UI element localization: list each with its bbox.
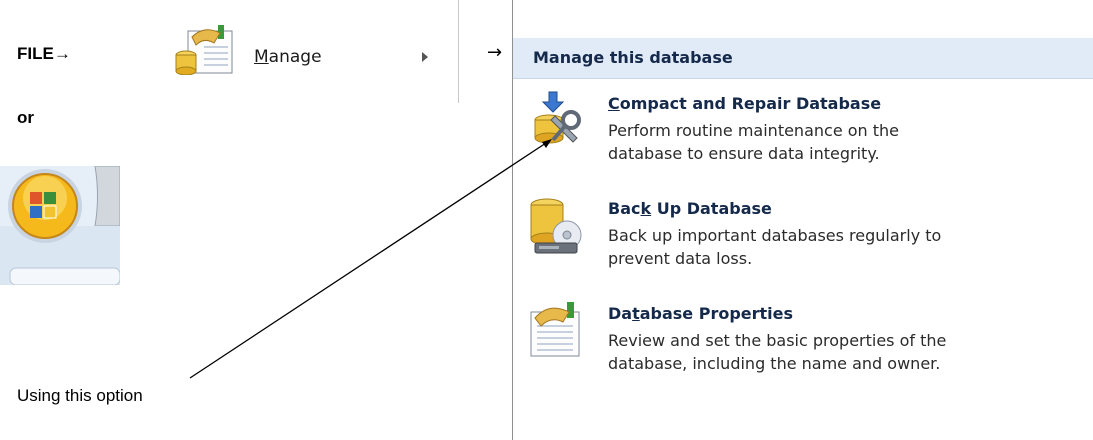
- manage-label: Manage: [254, 47, 322, 67]
- panel-header: Manage this database: [513, 38, 1093, 79]
- arrow-to-panel: →: [487, 42, 503, 63]
- database-properties-icon: [530, 302, 580, 357]
- backup-database-title: Back Up Database: [608, 199, 772, 218]
- manage-menu-item[interactable]: Manage: [162, 0, 459, 103]
- panel-header-title: Manage this database: [533, 48, 733, 67]
- database-properties-description: Review and set the basic properties of t…: [608, 331, 947, 373]
- manage-database-panel: Manage this database Compact and Repair …: [512, 0, 1093, 440]
- compact-repair-title: Compact and Repair Database: [608, 94, 882, 113]
- submenu-chevron-icon: [422, 52, 428, 62]
- office-button-image: [0, 166, 120, 285]
- compact-repair-description: Perform routine maintenance on the datab…: [608, 121, 900, 163]
- database-properties-icon: [175, 25, 233, 75]
- or-label: or: [17, 108, 34, 127]
- backup-database-description: Back up important databases regularly to…: [608, 226, 942, 268]
- office-button-snippet: [0, 166, 120, 285]
- using-option-caption: Using this option: [17, 386, 143, 405]
- database-properties-title: Database Properties: [608, 304, 794, 323]
- compact-repair-icon: [534, 91, 581, 144]
- file-label: FILE→: [17, 44, 71, 63]
- backup-database-icon: [530, 198, 582, 254]
